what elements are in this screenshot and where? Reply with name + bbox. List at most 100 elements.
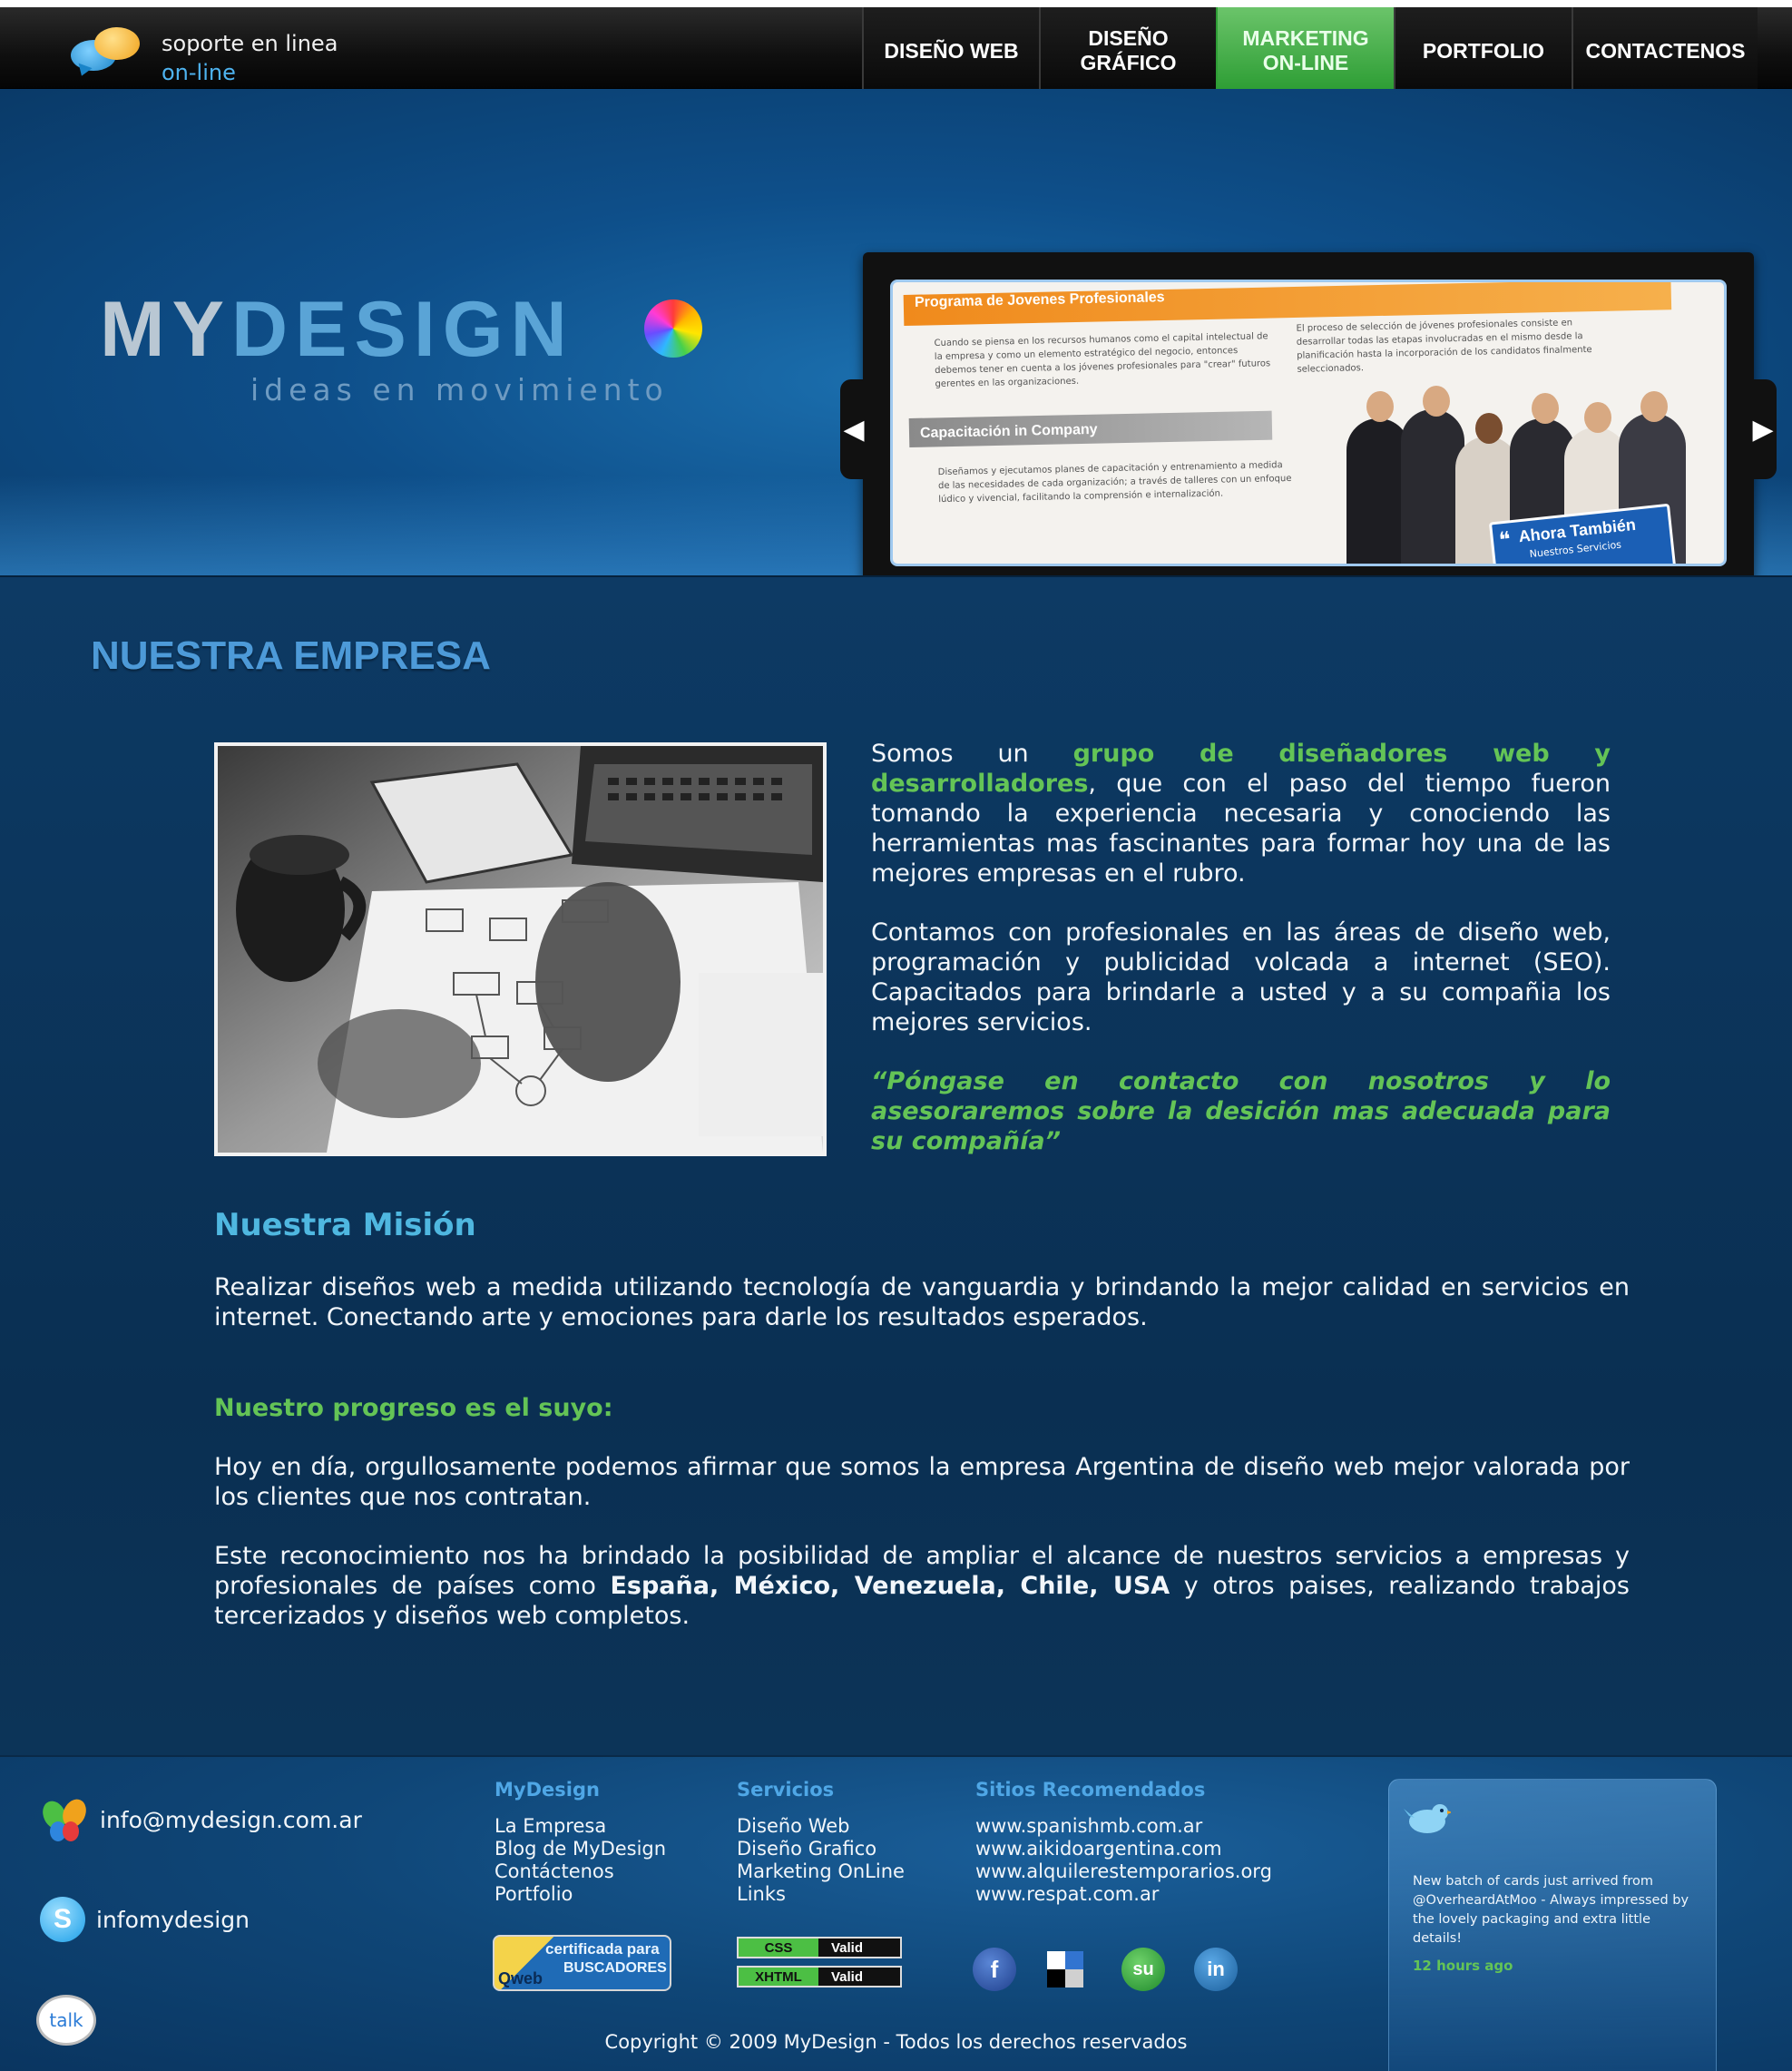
footer-col-title: Servicios <box>737 1779 835 1801</box>
footer-link-marketing[interactable]: Marketing OnLine <box>737 1860 905 1883</box>
hero-banner: MYDESIGN ideas en movimiento ◀ ▶ Program… <box>0 89 1792 595</box>
team-work-photo <box>214 742 827 1156</box>
nav-marketing-line2: ON-LINE <box>1262 51 1349 74</box>
delicious-square <box>1065 1969 1083 1988</box>
person-head <box>1640 391 1668 422</box>
logo-my: MY <box>100 286 231 373</box>
skype-icon: S <box>40 1897 85 1942</box>
footer-link-la-empresa[interactable]: La Empresa <box>495 1815 666 1838</box>
logo-color-orb-icon <box>644 299 702 358</box>
footer-link-site[interactable]: www.aikidoargentina.com <box>975 1838 1272 1860</box>
footer-col-title: MyDesign <box>495 1779 600 1801</box>
footer-link-diseno-grafico[interactable]: Diseño Grafico <box>737 1838 905 1860</box>
delicious-square <box>1047 1969 1065 1988</box>
person-head <box>1584 402 1611 433</box>
nav-marketing-online-label: MARKETING ON-LINE <box>1242 26 1368 75</box>
delicious-square <box>1047 1951 1065 1969</box>
footer-col-servicios: Servicios Diseño Web Diseño Grafico Mark… <box>737 1779 905 1906</box>
footer-link-links[interactable]: Links <box>737 1883 905 1906</box>
footer-link-portfolio[interactable]: Portfolio <box>495 1883 666 1906</box>
top-strip <box>0 0 1792 7</box>
intro-paragraph-2: Contamos con profesionales en las áreas … <box>871 918 1611 1036</box>
person-head <box>1423 386 1450 417</box>
footer: info@mydesign.com.ar S infomydesign talk… <box>0 1755 1792 2071</box>
mision-heading: Nuestra Misión <box>214 1207 476 1243</box>
support-label: soporte en linea <box>162 31 338 56</box>
slide-text-2: El proceso de selección de jóvenes profe… <box>1296 318 1592 375</box>
slider-prev-button[interactable]: ◀ <box>840 379 867 479</box>
slide-current[interactable]: Programa de Jovenes Profesionales Cuando… <box>890 280 1727 566</box>
footer-link-diseno-web[interactable]: Diseño Web <box>737 1815 905 1838</box>
tweet-text: New batch of cards just arrived from @Ov… <box>1413 1874 1689 1946</box>
slider-next-button[interactable]: ▶ <box>1749 379 1777 479</box>
nav-portfolio-label: PORTFOLIO <box>1422 38 1545 63</box>
nav-marketing-online[interactable]: MARKETING ON-LINE <box>1216 7 1394 89</box>
xhtml-badge-key: XHTML <box>739 1968 818 1986</box>
email-contact[interactable]: info@mydesign.com.ar <box>40 1795 362 1844</box>
banner-slider: ◀ ▶ Programa de Jovenes Profesionales Cu… <box>840 252 1777 595</box>
linkedin-icon[interactable]: in <box>1194 1948 1238 1991</box>
footer-link-blog[interactable]: Blog de MyDesign <box>495 1838 666 1860</box>
desk-photo-illustration <box>218 746 823 1153</box>
intro-p1-pre: Somos un <box>871 740 1073 768</box>
nav-marketing-line1: MARKETING <box>1242 26 1369 50</box>
slide-text-3: Diseñamos y ejecutamos planes de capacit… <box>937 460 1292 505</box>
intro-paragraph-1: Somos un grupo de diseñadores web y desa… <box>871 739 1611 888</box>
progreso-countries: España, México, Venezuela, Chile, USA <box>610 1572 1170 1600</box>
quote-icon: ❝ <box>1497 526 1513 554</box>
section-title: NUESTRA EMPRESA <box>91 633 491 678</box>
stumbleupon-icon[interactable]: su <box>1121 1948 1165 1991</box>
footer-link-contactenos[interactable]: Contáctenos <box>495 1860 666 1883</box>
xhtml-valid-badge[interactable]: XHTML Valid <box>737 1966 902 1988</box>
person-head <box>1532 393 1559 424</box>
progreso-text-1: Hoy en día, orgullosamente podemos afirm… <box>214 1453 1630 1511</box>
contact-quote: “Póngase en contacto con nosotros y lo a… <box>871 1067 1611 1155</box>
footer-col-sitios: Sitios Recomendados www.spanishmb.com.ar… <box>975 1779 1272 1906</box>
mision-text: Realizar diseños web a medida utilizando… <box>214 1273 1630 1331</box>
nav-contactenos[interactable]: CONTACTENOS <box>1572 7 1758 89</box>
chevron-left-icon: ◀ <box>843 413 865 446</box>
chat-bubble-orange-icon <box>94 27 140 60</box>
css-badge-key: CSS <box>739 1938 818 1957</box>
footer-col-title: Sitios Recomendados <box>975 1779 1206 1801</box>
qweb-line2: BUSCADORES <box>563 1960 667 1976</box>
footer-link-site[interactable]: www.alquilerestemporarios.org <box>975 1860 1272 1883</box>
delicious-square <box>1065 1951 1083 1969</box>
nav-diseno-grafico[interactable]: DISEÑO GRÁFICO <box>1039 7 1216 89</box>
tweet-time[interactable]: 12 hours ago <box>1413 1958 1513 1974</box>
nav-portfolio[interactable]: PORTFOLIO <box>1394 7 1572 89</box>
nav-diseno-web[interactable]: DISEÑO WEB <box>862 7 1039 89</box>
email-address: info@mydesign.com.ar <box>100 1806 362 1833</box>
nav-diseno-grafico-line1: DISEÑO <box>1088 26 1169 50</box>
logo[interactable]: MYDESIGN ideas en movimiento <box>100 290 702 407</box>
facebook-icon[interactable]: f <box>973 1948 1016 1991</box>
qweb-certified-badge[interactable]: certificada para BUSCADORES Qweb <box>493 1935 671 1991</box>
twitter-widget: New batch of cards just arrived from @Ov… <box>1388 1779 1717 2071</box>
main-nav: DISEÑO WEB DISEÑO GRÁFICO MARKETING ON-LIN… <box>862 7 1758 89</box>
logo-wordmark: MYDESIGN <box>100 290 574 368</box>
logo-tagline: ideas en movimiento <box>250 372 669 407</box>
logo-design: DESIGN <box>231 286 574 373</box>
delicious-icon[interactable] <box>1047 1951 1083 1988</box>
msn-butterfly-icon <box>43 1799 86 1841</box>
footer-col-mydesign: MyDesign La Empresa Blog de MyDesign Con… <box>495 1779 666 1906</box>
footer-link-site[interactable]: www.spanishmb.com.ar <box>975 1815 1272 1838</box>
person-head <box>1366 391 1394 422</box>
intro-text: Somos un grupo de diseñadores web y desa… <box>871 739 1611 1185</box>
skype-username: infomydesign <box>96 1906 250 1933</box>
skype-contact[interactable]: S infomydesign <box>40 1897 250 1942</box>
copyright: Copyright © 2009 MyDesign - Todos los de… <box>604 2031 1188 2053</box>
chevron-right-icon: ▶ <box>1752 413 1774 446</box>
footer-link-site[interactable]: www.respat.com.ar <box>975 1883 1272 1906</box>
progreso-text-2: Este reconocimiento nos ha brindado la p… <box>214 1541 1630 1631</box>
nav-diseno-grafico-line2: GRÁFICO <box>1080 51 1177 74</box>
qweb-brand: Qweb <box>498 1969 543 1988</box>
css-valid-badge[interactable]: CSS Valid <box>737 1937 902 1958</box>
slide-text-1: Cuando se piensa en los recursos humanos… <box>934 331 1271 389</box>
twitter-bird-icon[interactable] <box>1404 1800 1451 1836</box>
nav-diseno-web-label: DISEÑO WEB <box>884 38 1019 63</box>
css-badge-value: Valid <box>818 1938 900 1957</box>
person-head <box>1475 413 1503 444</box>
header-bar: soporte en linea on-line DISEÑO WEB DISE… <box>0 7 1792 89</box>
nav-diseno-grafico-label: DISEÑO GRÁFICO <box>1080 26 1176 75</box>
